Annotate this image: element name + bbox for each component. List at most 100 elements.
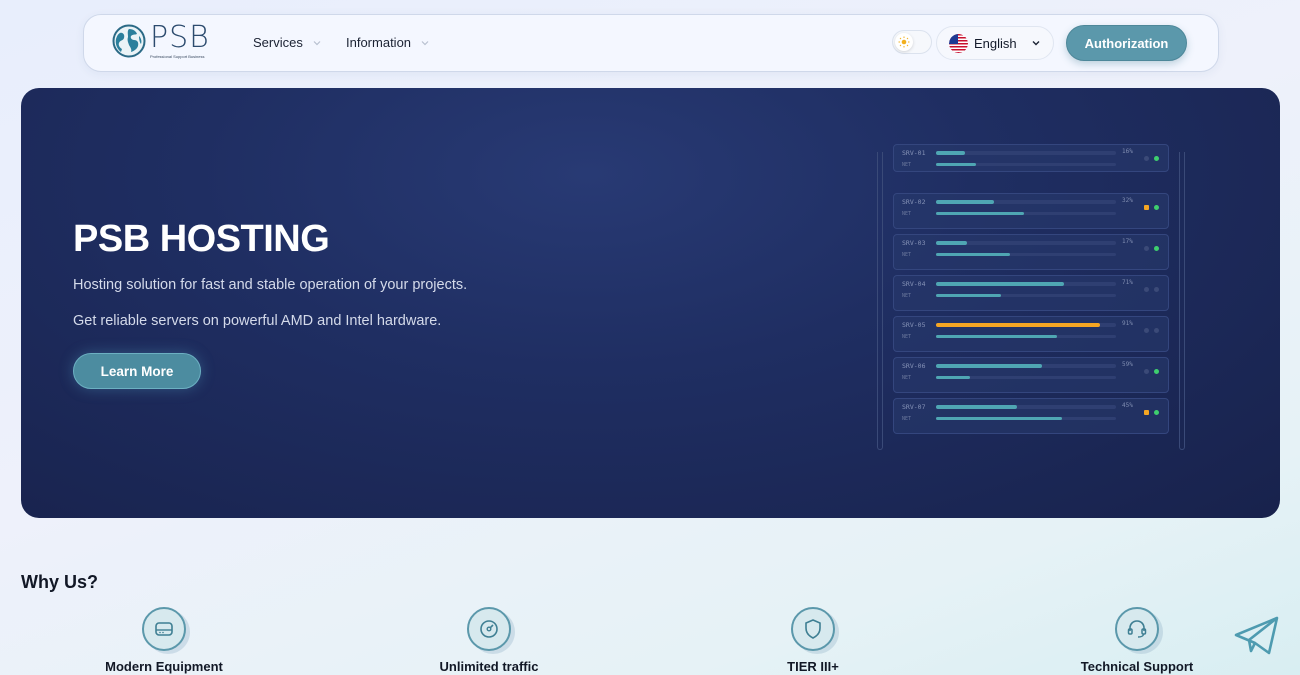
status-led [1144,287,1149,292]
net-load-bar [936,212,1116,215]
server-load-percent: 17% [1122,238,1133,245]
server-net-label: NET [902,416,912,422]
shield-icon [791,607,835,651]
chevron-down-icon [313,40,321,45]
server-net-label: NET [902,211,912,217]
net-load-bar [936,253,1116,256]
status-led [1154,156,1159,161]
chevron-down-icon [1032,41,1040,46]
server-load-percent: 59% [1122,361,1133,368]
cpu-load-bar [936,323,1116,327]
globe-logo-icon [112,24,146,58]
server-name: SRV-01 [902,149,926,157]
nav-services-dropdown[interactable]: Services [253,35,321,50]
server-row: SRV-01 NET 16% [893,144,1169,172]
theme-knob [895,33,913,51]
server-row: SRV-05 NET 91% [893,316,1169,352]
server-net-label: NET [902,334,912,340]
nav-services-label: Services [253,35,303,50]
cpu-load-bar [936,151,1116,155]
server-load-percent: 16% [1122,148,1133,155]
server-load-percent: 32% [1122,197,1133,204]
server-load-percent: 91% [1122,320,1133,327]
status-led [1154,246,1159,251]
cpu-load-bar [936,200,1116,204]
net-load-fill [936,417,1062,420]
psb-logo[interactable]: PSB Professional Support Business [112,20,212,64]
nav-information-dropdown[interactable]: Information [346,35,429,50]
status-led [1144,369,1149,374]
feature-label: Modern Equipment [105,659,223,674]
hero-banner: PSB HOSTING Hosting solution for fast an… [21,88,1280,518]
language-selector[interactable]: English [936,26,1054,60]
status-led [1144,410,1149,415]
cpu-load-bar [936,364,1116,368]
rack-rail-right [1179,152,1185,450]
net-load-fill [936,163,976,166]
speedometer-icon [467,607,511,651]
cpu-load-fill [936,405,1017,409]
server-load-percent: 71% [1122,279,1133,286]
cpu-load-fill [936,323,1100,327]
authorization-button[interactable]: Authorization [1066,25,1187,61]
logo-wordmark: PSB [150,20,210,55]
language-label: English [974,35,1017,51]
server-rack-illustration: SRV-01 NET 16% SRV-02 NET 32% SRV-03 NET 17% SRV-… [877,144,1185,452]
learn-more-button[interactable]: Learn More [73,353,201,389]
net-load-bar [936,294,1116,297]
theme-toggle[interactable] [892,30,932,54]
status-led [1144,328,1149,333]
status-led [1154,287,1159,292]
net-load-fill [936,253,1010,256]
server-net-label: NET [902,293,912,299]
feature-label: TIER III+ [787,659,839,674]
cpu-load-bar [936,405,1116,409]
status-led [1144,156,1149,161]
server-name: SRV-03 [902,239,926,247]
cpu-load-fill [936,151,965,155]
status-led [1144,246,1149,251]
why-us-heading: Why Us? [21,572,99,592]
server-row: SRV-06 NET 59% [893,357,1169,393]
nav-information-label: Information [346,35,412,50]
net-load-fill [936,212,1025,215]
status-led [1154,410,1159,415]
server-name: SRV-05 [902,321,926,329]
server-row: SRV-03 NET 17% [893,234,1169,270]
feature-technical-support: Technical Support [1037,607,1237,674]
hard-drive-icon [142,607,186,651]
server-net-label: NET [902,252,912,258]
cpu-load-fill [936,200,994,204]
cpu-load-fill [936,241,967,245]
cpu-load-bar [936,241,1116,245]
feature-modern-equipment: Modern Equipment [64,607,264,674]
cpu-load-fill [936,282,1064,286]
feature-label: Technical Support [1080,659,1194,674]
net-load-bar [936,335,1116,338]
telegram-icon[interactable] [1233,615,1281,657]
logo-tagline: Professional Support Business [150,54,205,59]
status-led [1154,369,1159,374]
hero-title: PSB HOSTING [73,218,330,260]
server-row: SRV-07 NET 45% [893,398,1169,434]
status-led [1154,205,1159,210]
rack-rail-left [877,152,883,450]
cpu-load-fill [936,364,1043,368]
server-row: SRV-02 NET 32% [893,193,1169,229]
feature-unlimited-traffic: Unlimited traffic [389,607,589,674]
net-load-bar [936,163,1116,166]
us-flag-icon [949,33,968,53]
server-name: SRV-02 [902,198,926,206]
net-load-fill [936,294,1001,297]
server-row: SRV-04 NET 71% [893,275,1169,311]
net-load-bar [936,417,1116,420]
server-name: SRV-07 [902,403,926,411]
sun-icon [898,36,910,48]
net-load-bar [936,376,1116,379]
hero-subtitle-1: Hosting solution for fast and stable ope… [73,277,468,293]
net-load-fill [936,376,971,379]
server-name: SRV-06 [902,362,926,370]
status-led [1154,328,1159,333]
chevron-down-icon [421,40,429,45]
server-name: SRV-04 [902,280,926,288]
